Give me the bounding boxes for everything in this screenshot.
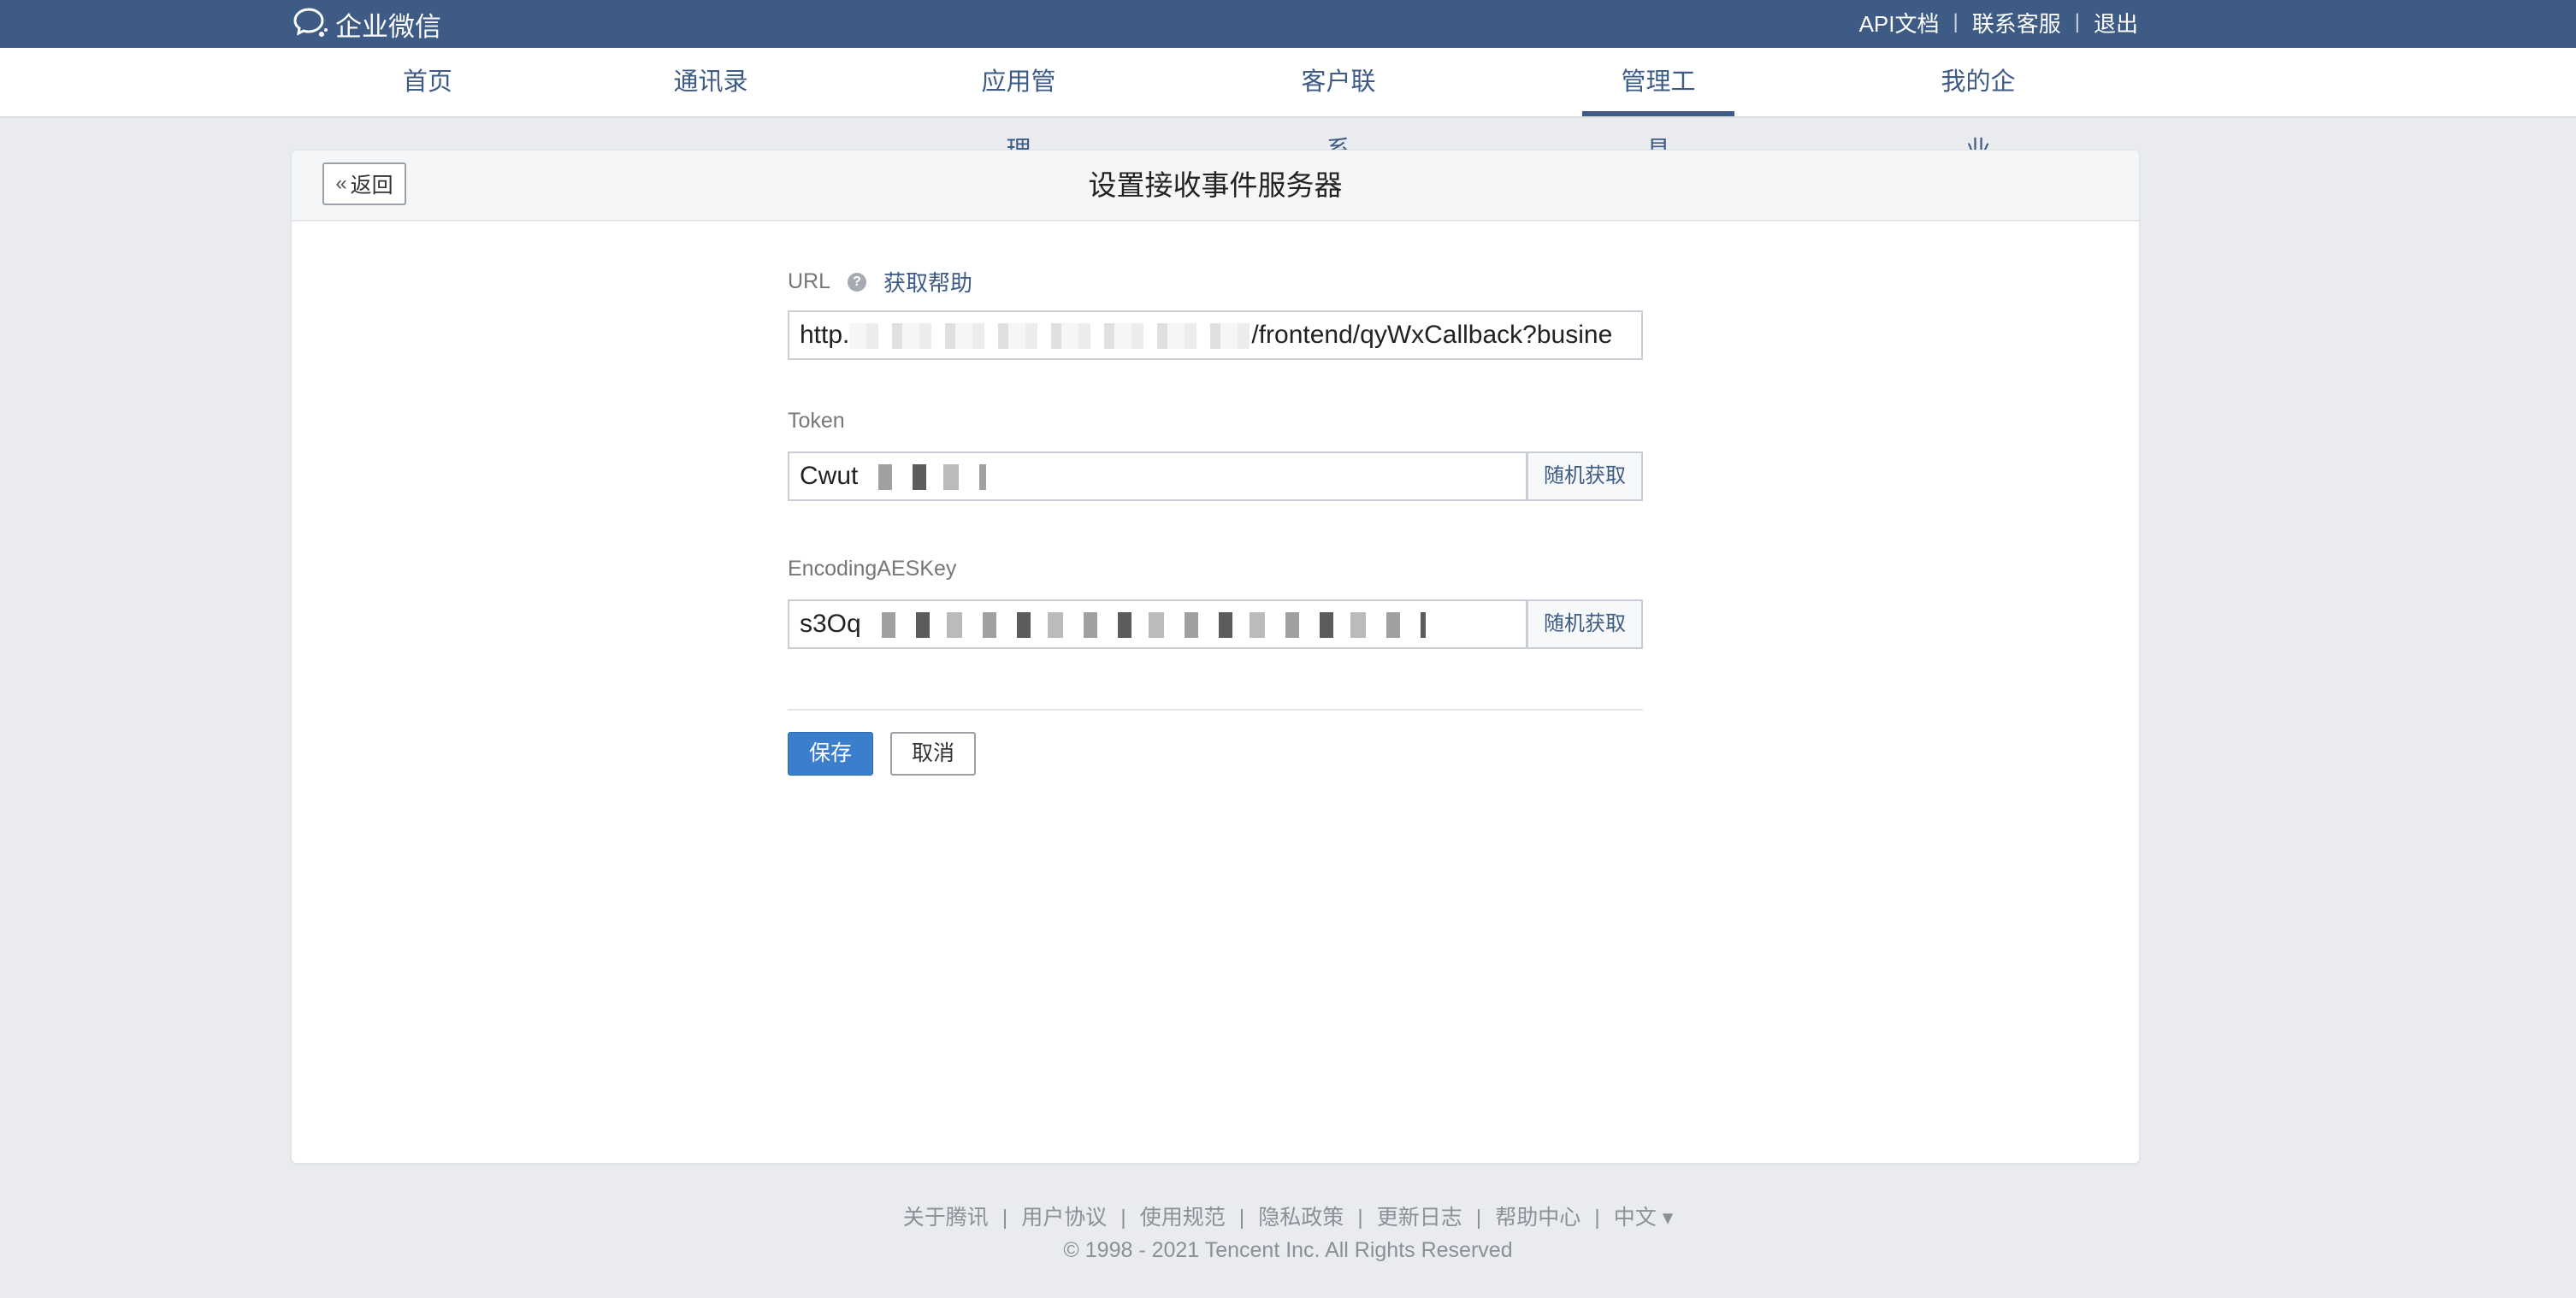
footer-link-user-agreement[interactable]: 用户协议	[1021, 1206, 1107, 1230]
footer-link-changelog[interactable]: 更新日志	[1377, 1206, 1462, 1230]
aes-key-label-row: EncodingAESKey	[788, 557, 956, 581]
token-label-row: Token	[788, 409, 845, 434]
form-divider	[788, 709, 1643, 711]
back-button-label: 返回	[350, 174, 393, 198]
aes-key-value-prefix: s3Oq	[800, 610, 861, 638]
copyright: © 1998 - 2021 Tencent Inc. All Rights Re…	[1063, 1238, 1513, 1262]
cancel-button[interactable]: 取消	[890, 732, 976, 776]
footer-separator: |	[1357, 1206, 1363, 1230]
top-link-separator: |	[2074, 10, 2080, 33]
aes-key-label: EncodingAESKey	[788, 557, 957, 581]
top-link-separator: |	[1953, 10, 1959, 33]
redacted-segment	[849, 323, 1252, 350]
nav-item-home[interactable]: 首页	[402, 48, 453, 116]
nav-item-management-tools[interactable]: 管理工具	[1582, 48, 1734, 164]
url-label: URL	[788, 269, 831, 293]
token-value-prefix: Cwut	[800, 462, 859, 490]
footer-separator: |	[1001, 1206, 1008, 1230]
api-docs-link[interactable]: API文档	[1859, 7, 1940, 38]
top-bar: 企业微信 API文档 | 联系客服 | 退出	[0, 0, 2576, 48]
aes-key-input[interactable]: s3Oq	[788, 599, 1527, 649]
aes-key-random-button[interactable]: 随机获取	[1527, 599, 1643, 649]
redacted-segment	[858, 464, 987, 491]
language-select[interactable]: 中文 ▾	[1614, 1206, 1674, 1230]
url-input[interactable]: http. /frontend/qyWxCallback?busine	[788, 310, 1643, 360]
footer-links: 关于腾讯 | 用户协议 | 使用规范 | 隐私政策 | 更新日志 | 帮助中心 | 中文 ▾	[0, 1201, 2576, 1231]
contact-support-link[interactable]: 联系客服	[1972, 7, 2061, 38]
redacted-segment	[860, 612, 1426, 639]
token-input[interactable]: Cwut	[788, 451, 1527, 501]
logo-text: 企业微信	[335, 11, 441, 42]
page-title: 设置接收事件服务器	[1088, 169, 1343, 201]
nav-item-contacts[interactable]: 通讯录	[672, 48, 749, 116]
footer-separator: |	[1120, 1206, 1126, 1230]
token-label: Token	[788, 409, 845, 433]
settings-card: 设置接收事件服务器 « 返回 URL ? 获取帮助 http. /frontend…	[291, 150, 2140, 1164]
chat-bubble-logo-icon	[293, 8, 328, 37]
nav-item-app-management[interactable]: 应用管理	[970, 48, 1067, 164]
footer-link-about[interactable]: 关于腾讯	[903, 1206, 989, 1230]
card-header: 设置接收事件服务器 « 返回	[292, 150, 2139, 221]
url-value-prefix: http.	[800, 321, 850, 349]
main-nav: 首页 通讯录 应用管理 客户联系 管理工具 我的企业	[0, 48, 2576, 164]
footer-link-privacy[interactable]: 隐私政策	[1258, 1206, 1344, 1230]
save-button[interactable]: 保存	[788, 732, 873, 776]
footer-separator: |	[1594, 1206, 1600, 1230]
url-label-row: URL ? 获取帮助	[788, 266, 972, 298]
footer-separator: |	[1475, 1206, 1482, 1230]
url-value-suffix: /frontend/qyWxCallback?busine	[1251, 321, 1613, 349]
top-links: API文档 | 联系客服 | 退出	[1859, 0, 2138, 44]
logout-link[interactable]: 退出	[2094, 7, 2138, 38]
double-chevron-left-icon: «	[335, 172, 347, 195]
back-button[interactable]: « 返回	[322, 162, 406, 205]
get-help-link[interactable]: 获取帮助	[883, 266, 972, 298]
token-random-button[interactable]: 随机获取	[1527, 451, 1643, 501]
footer-link-usage-rules[interactable]: 使用规范	[1140, 1206, 1226, 1230]
footer-separator: |	[1238, 1206, 1245, 1230]
footer-link-help-center[interactable]: 帮助中心	[1495, 1206, 1580, 1230]
nav-item-my-enterprise[interactable]: 我的企业	[1929, 48, 2027, 164]
logo[interactable]: 企业微信	[291, 3, 441, 44]
question-icon[interactable]: ?	[848, 272, 867, 292]
nav-item-customer-contact[interactable]: 客户联系	[1290, 48, 1387, 164]
